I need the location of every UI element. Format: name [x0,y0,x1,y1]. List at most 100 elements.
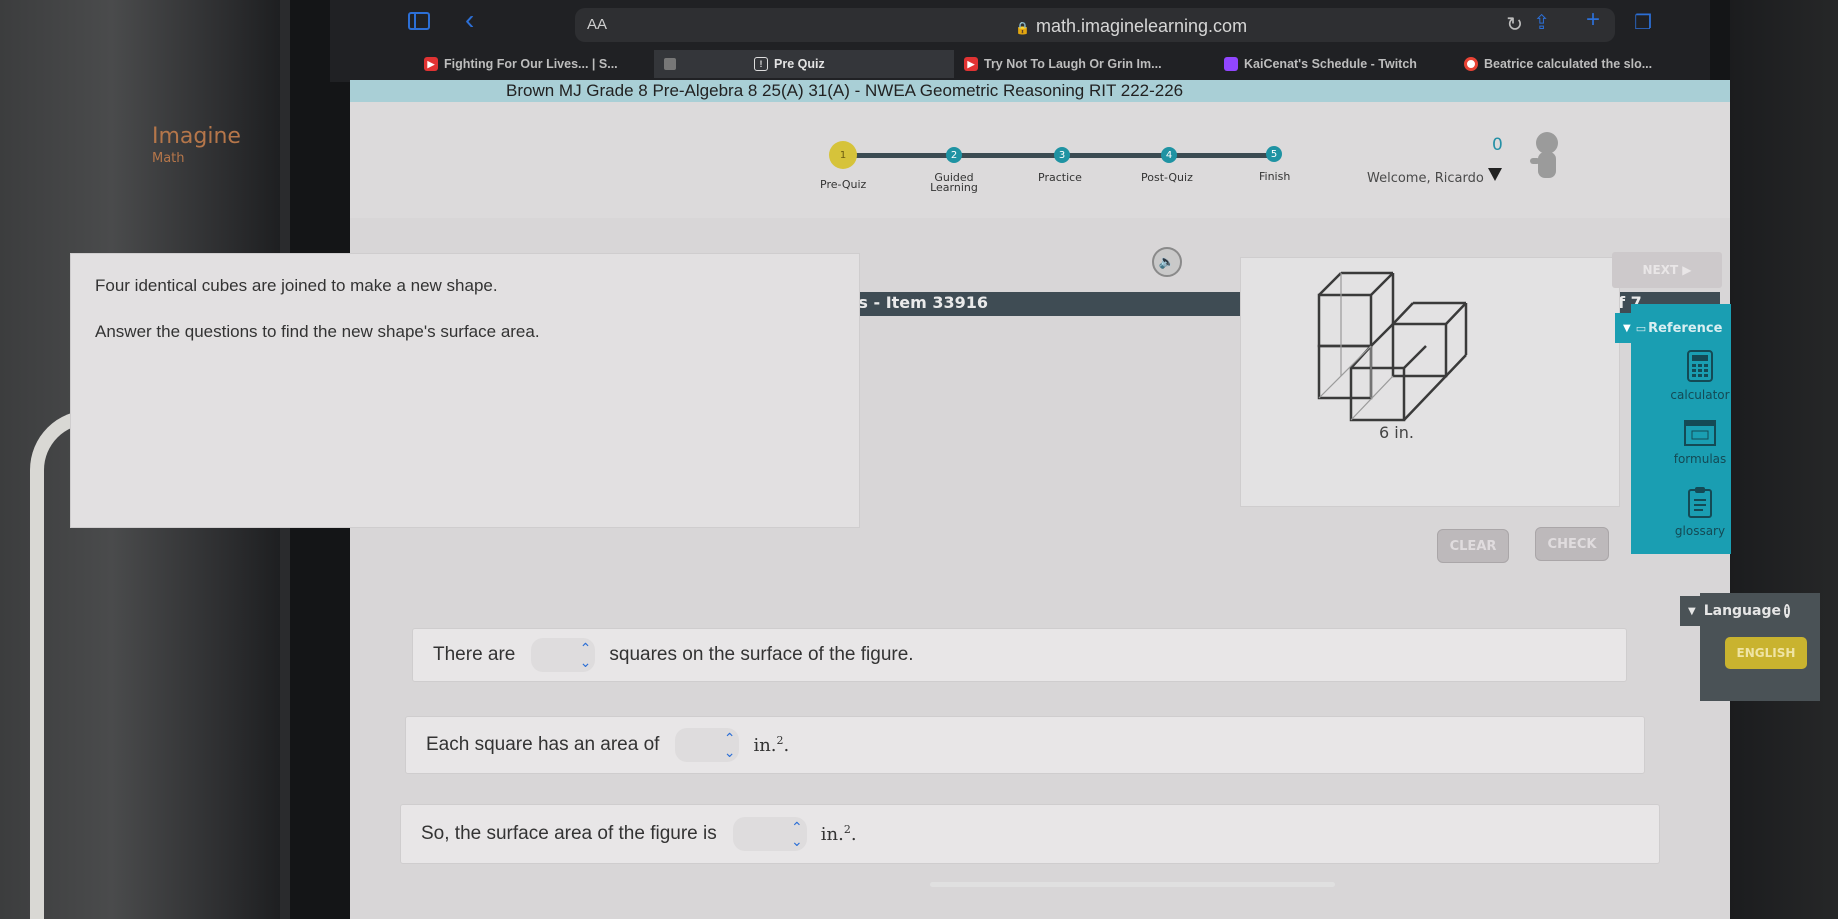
back-chevron-icon[interactable]: ‹ [465,4,474,36]
cube-edge-length: 6 in. [1379,423,1414,442]
step-post-quiz[interactable]: 4 [1161,147,1177,163]
browser-tab[interactable]: KaiCenat's Schedule - Twitch [1214,50,1454,78]
select-arrows-icon: ⌃ ⌄ [723,730,736,760]
step-label: Guided Learning [930,171,978,194]
cube-edge [1403,345,1427,369]
unit-label: in.2. [753,734,790,756]
square-area-select[interactable]: ⌃ ⌄ [675,728,740,762]
new-tab-icon[interactable]: + [1586,6,1600,34]
step-guided-learning[interactable]: 2 [946,147,962,163]
answer-row-squares: There are ⌃ ⌄ squares on the surface of t… [412,628,1627,682]
next-button[interactable]: NEXT ▶ [1612,252,1722,288]
points-counter: 0 [1492,135,1503,155]
cube-edge [1445,354,1467,377]
step-number: 5 [1266,146,1282,162]
formulas-tool[interactable]: formulas [1660,420,1740,466]
home-indicator[interactable] [930,882,1335,887]
browser-tab[interactable]: ▶ Try Not To Laugh Or Grin Im... [954,50,1214,78]
info-icon[interactable]: i [1784,604,1790,618]
step-finish[interactable]: 5 [1266,146,1282,162]
imagine-icon: ! [754,57,768,71]
address-bar[interactable]: AA 🔒 math.imaginelearning.com ↻ [575,8,1615,42]
glossary-label: glossary [1674,524,1726,538]
reload-icon[interactable]: ↻ [1506,12,1523,37]
cube-edge [1445,302,1467,325]
avatar-body [1538,152,1556,178]
user-menu-caret-icon[interactable] [1488,168,1502,181]
select-arrows-icon: ⌃ ⌄ [791,819,803,849]
cube-edge [1370,323,1394,347]
step-number: 2 [946,147,962,163]
tabs-overview-icon[interactable]: ❐ [1634,10,1652,35]
prompt-card: Four identical cubes are joined to make … [70,253,860,528]
calculator-label: calculator [1670,388,1730,402]
unit-label: in.2. [820,823,857,845]
reference-title: Reference [1648,320,1723,336]
browser-toolbar: ‹ AA 🔒 math.imaginelearning.com ↻ ⇪ + ❐ [330,0,1710,48]
answer-text-before: So, the surface area of the figure is [421,823,717,844]
calculator-icon [1687,350,1713,382]
prompt-line-2: Answer the questions to find the new sha… [95,322,540,341]
lock-icon: 🔒 [1015,21,1030,35]
step-label: Post-Quiz [1141,171,1193,184]
avatar-head [1536,132,1558,154]
unit-text: in. [820,824,844,845]
tab-bar: ▶ Fighting For Our Lives... | S... ! Pre… [330,50,1710,78]
cube-figure: 6 in. [1240,257,1620,507]
close-tab-icon[interactable] [664,58,676,70]
reference-toggle[interactable]: ▼ ▭ Reference [1615,313,1725,343]
welcome-user[interactable]: Welcome, Ricardo [1367,171,1484,186]
browser-tab[interactable]: ▶ Fighting For Our Lives... | S... [414,50,654,78]
share-icon[interactable]: ⇪ [1533,10,1550,35]
answer-row-square-area: Each square has an area of ⌃ ⌄ in.2. [405,716,1645,774]
squares-count-select[interactable]: ⌃ ⌄ [531,638,596,672]
browser-chrome: ‹ AA 🔒 math.imaginelearning.com ↻ ⇪ + ❐ ▶… [330,0,1710,82]
lesson-header [350,102,1730,218]
avatar-arm [1530,158,1540,164]
cube-edge [1318,272,1342,296]
tab-title: Pre Quiz [774,57,825,71]
browser-tab-pre-quiz[interactable]: ! Pre Quiz [744,50,954,78]
sidebar-toggle-icon[interactable] [408,12,430,30]
course-title: Brown MJ Grade 8 Pre-Algebra 8 25(A) 31(… [350,80,1730,102]
prompt-line-1: Four identical cubes are joined to make … [95,276,498,295]
calculator-tool[interactable]: calculator [1660,350,1740,402]
cubes-diagram [1317,271,1468,422]
answer-text-before: There are [433,644,516,665]
unit-text: in. [753,735,777,756]
step-pre-quiz[interactable]: 1 [829,141,857,169]
collapse-caret-icon: ▼ [1688,605,1696,617]
step-label: Finish [1259,170,1291,183]
glossary-tool[interactable]: glossary [1660,486,1740,538]
check-button[interactable]: CHECK [1535,527,1609,561]
avatar[interactable] [1530,132,1564,184]
browser-tab[interactable]: Beatrice calculated the slo... [1454,50,1694,78]
step-label: Pre-Quiz [820,178,867,191]
select-arrows-icon: ⌃ ⌄ [579,640,592,670]
answer-row-surface-area: So, the surface area of the figure is ⌃ ⌄… [400,804,1660,864]
surface-area-select[interactable]: ⌃ ⌄ [732,817,807,851]
formulas-label: formulas [1673,452,1727,466]
language-toggle[interactable]: ▼ Language i [1680,596,1790,626]
youtube-icon: ▶ [964,57,978,71]
step-number: 3 [1054,147,1070,163]
audio-speaker-icon[interactable]: 🔈 [1152,247,1182,277]
clear-button[interactable]: CLEAR [1437,529,1509,563]
tab-title: KaiCenat's Schedule - Twitch [1244,57,1417,71]
tab-title: Fighting For Our Lives... | S... [444,57,618,71]
url-text: 🔒 math.imaginelearning.com [1015,16,1247,37]
step-label: Practice [1038,171,1082,184]
step-practice[interactable]: 3 [1054,147,1070,163]
tab-title: Beatrice calculated the slo... [1484,57,1653,71]
url-value: math.imaginelearning.com [1035,16,1248,36]
language-title: Language [1703,603,1781,619]
unit-exponent: 2 [776,734,784,747]
cube-edge [1370,272,1394,296]
logo-title: Imagine [152,124,241,149]
english-language-button[interactable]: ENGLISH [1725,637,1807,669]
text-size-button[interactable]: AA [587,16,607,33]
clipboard-icon [1688,487,1712,518]
cube-edge [1392,302,1414,325]
cube-edge [1403,375,1447,421]
formulas-icon [1684,420,1716,446]
